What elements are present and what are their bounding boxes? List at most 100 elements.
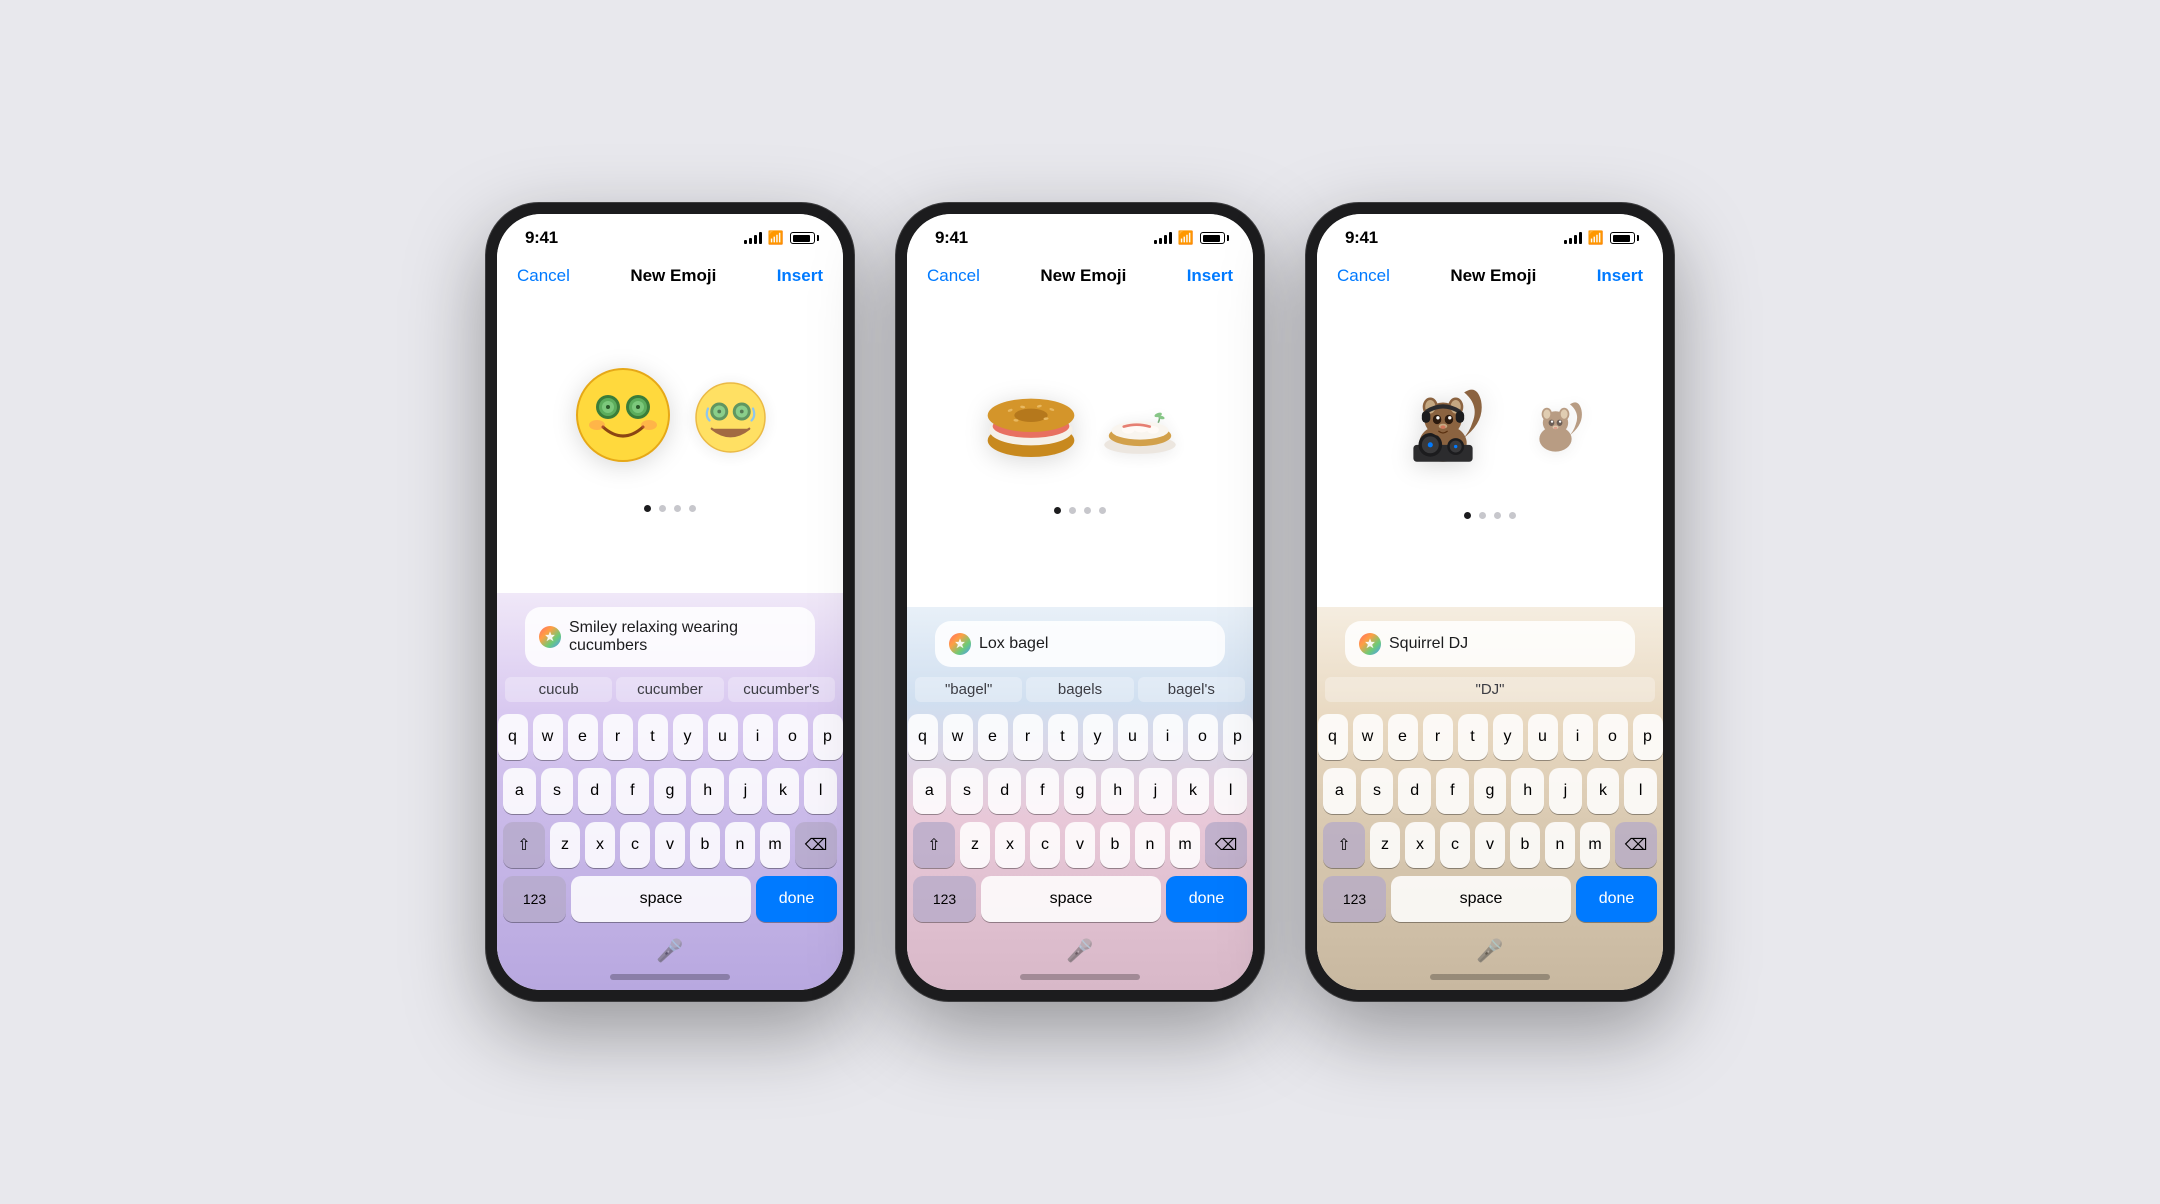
key-i-3[interactable]: i bbox=[1563, 714, 1593, 760]
key-n-1[interactable]: n bbox=[725, 822, 755, 868]
emoji-main-3[interactable] bbox=[1388, 372, 1498, 488]
key-i-2[interactable]: i bbox=[1153, 714, 1183, 760]
key-q-3[interactable]: q bbox=[1318, 714, 1348, 760]
suggestion-2c[interactable]: bagel's bbox=[1138, 677, 1245, 702]
key-s-3[interactable]: s bbox=[1361, 768, 1394, 814]
cancel-button-3[interactable]: Cancel bbox=[1337, 266, 1390, 286]
key-k-1[interactable]: k bbox=[767, 768, 800, 814]
key-e-3[interactable]: e bbox=[1388, 714, 1418, 760]
key-g-1[interactable]: g bbox=[654, 768, 687, 814]
key-space-1[interactable]: space bbox=[571, 876, 751, 922]
key-j-1[interactable]: j bbox=[729, 768, 762, 814]
key-i-1[interactable]: i bbox=[743, 714, 773, 760]
key-shift-1[interactable]: ⇧ bbox=[503, 822, 545, 868]
key-y-2[interactable]: y bbox=[1083, 714, 1113, 760]
emoji-secondary-2[interactable] bbox=[1101, 390, 1179, 470]
key-j-3[interactable]: j bbox=[1549, 768, 1582, 814]
key-p-2[interactable]: p bbox=[1223, 714, 1253, 760]
key-t-2[interactable]: t bbox=[1048, 714, 1078, 760]
cancel-button-1[interactable]: Cancel bbox=[517, 266, 570, 286]
key-shift-3[interactable]: ⇧ bbox=[1323, 822, 1365, 868]
key-b-3[interactable]: b bbox=[1510, 822, 1540, 868]
key-f-1[interactable]: f bbox=[616, 768, 649, 814]
key-t-3[interactable]: t bbox=[1458, 714, 1488, 760]
key-a-3[interactable]: a bbox=[1323, 768, 1356, 814]
key-num-3[interactable]: 123 bbox=[1323, 876, 1386, 922]
key-w-2[interactable]: w bbox=[943, 714, 973, 760]
key-u-3[interactable]: u bbox=[1528, 714, 1558, 760]
suggestion-2b[interactable]: bagels bbox=[1026, 677, 1133, 702]
mic-icon-1[interactable]: 🎤 bbox=[656, 938, 683, 964]
key-w-1[interactable]: w bbox=[533, 714, 563, 760]
key-z-1[interactable]: z bbox=[550, 822, 580, 868]
key-space-2[interactable]: space bbox=[981, 876, 1161, 922]
key-p-1[interactable]: p bbox=[813, 714, 843, 760]
key-b-1[interactable]: b bbox=[690, 822, 720, 868]
search-text-1[interactable]: Smiley relaxing wearing cucumbers bbox=[569, 619, 801, 655]
key-done-1[interactable]: done bbox=[756, 876, 837, 922]
suggestion-1c[interactable]: cucumber's bbox=[728, 677, 835, 702]
key-l-2[interactable]: l bbox=[1214, 768, 1247, 814]
key-space-3[interactable]: space bbox=[1391, 876, 1571, 922]
key-x-1[interactable]: x bbox=[585, 822, 615, 868]
mic-icon-2[interactable]: 🎤 bbox=[1066, 938, 1093, 964]
emoji-main-2[interactable] bbox=[981, 377, 1081, 483]
key-c-1[interactable]: c bbox=[620, 822, 650, 868]
emoji-secondary-1[interactable] bbox=[693, 380, 768, 467]
key-y-1[interactable]: y bbox=[673, 714, 703, 760]
key-s-1[interactable]: s bbox=[541, 768, 574, 814]
key-z-2[interactable]: z bbox=[960, 822, 990, 868]
cancel-button-2[interactable]: Cancel bbox=[927, 266, 980, 286]
key-f-2[interactable]: f bbox=[1026, 768, 1059, 814]
key-d-2[interactable]: d bbox=[988, 768, 1021, 814]
emoji-main-1[interactable] bbox=[573, 365, 673, 481]
key-backspace-2[interactable]: ⌫ bbox=[1205, 822, 1247, 868]
key-backspace-1[interactable]: ⌫ bbox=[795, 822, 837, 868]
key-q-2[interactable]: q bbox=[908, 714, 938, 760]
key-j-2[interactable]: j bbox=[1139, 768, 1172, 814]
key-x-3[interactable]: x bbox=[1405, 822, 1435, 868]
key-a-1[interactable]: a bbox=[503, 768, 536, 814]
key-b-2[interactable]: b bbox=[1100, 822, 1130, 868]
key-k-2[interactable]: k bbox=[1177, 768, 1210, 814]
key-o-2[interactable]: o bbox=[1188, 714, 1218, 760]
key-h-1[interactable]: h bbox=[691, 768, 724, 814]
suggestion-1b[interactable]: cucumber bbox=[616, 677, 723, 702]
key-f-3[interactable]: f bbox=[1436, 768, 1469, 814]
key-n-3[interactable]: n bbox=[1545, 822, 1575, 868]
key-c-3[interactable]: c bbox=[1440, 822, 1470, 868]
key-t-1[interactable]: t bbox=[638, 714, 668, 760]
key-l-1[interactable]: l bbox=[804, 768, 837, 814]
emoji-secondary-3[interactable] bbox=[1518, 387, 1593, 474]
suggestion-1a[interactable]: cucub bbox=[505, 677, 612, 702]
search-text-2[interactable]: Lox bagel bbox=[979, 635, 1048, 653]
key-z-3[interactable]: z bbox=[1370, 822, 1400, 868]
search-bar-1[interactable]: Smiley relaxing wearing cucumbers bbox=[525, 607, 815, 667]
key-g-3[interactable]: g bbox=[1474, 768, 1507, 814]
key-m-1[interactable]: m bbox=[760, 822, 790, 868]
search-bar-3[interactable]: Squirrel DJ bbox=[1345, 621, 1635, 667]
key-d-3[interactable]: d bbox=[1398, 768, 1431, 814]
key-shift-2[interactable]: ⇧ bbox=[913, 822, 955, 868]
key-v-1[interactable]: v bbox=[655, 822, 685, 868]
key-num-2[interactable]: 123 bbox=[913, 876, 976, 922]
key-v-2[interactable]: v bbox=[1065, 822, 1095, 868]
search-text-3[interactable]: Squirrel DJ bbox=[1389, 635, 1468, 653]
key-m-2[interactable]: m bbox=[1170, 822, 1200, 868]
key-r-2[interactable]: r bbox=[1013, 714, 1043, 760]
key-e-2[interactable]: e bbox=[978, 714, 1008, 760]
key-done-2[interactable]: done bbox=[1166, 876, 1247, 922]
key-l-3[interactable]: l bbox=[1624, 768, 1657, 814]
key-y-3[interactable]: y bbox=[1493, 714, 1523, 760]
key-o-3[interactable]: o bbox=[1598, 714, 1628, 760]
key-n-2[interactable]: n bbox=[1135, 822, 1165, 868]
key-h-2[interactable]: h bbox=[1101, 768, 1134, 814]
key-m-3[interactable]: m bbox=[1580, 822, 1610, 868]
suggestion-3a[interactable]: "DJ" bbox=[1325, 677, 1655, 702]
key-u-2[interactable]: u bbox=[1118, 714, 1148, 760]
mic-icon-3[interactable]: 🎤 bbox=[1476, 938, 1503, 964]
key-u-1[interactable]: u bbox=[708, 714, 738, 760]
key-w-3[interactable]: w bbox=[1353, 714, 1383, 760]
insert-button-2[interactable]: Insert bbox=[1187, 266, 1233, 286]
search-bar-2[interactable]: Lox bagel bbox=[935, 621, 1225, 667]
